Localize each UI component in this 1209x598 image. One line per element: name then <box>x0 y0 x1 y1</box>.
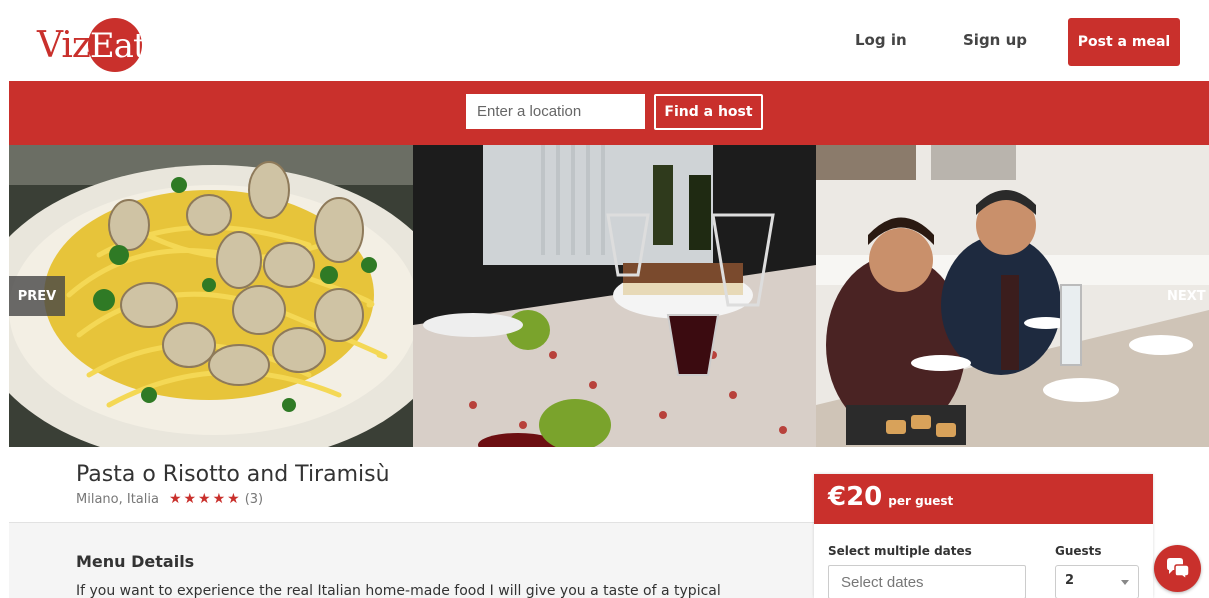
chat-bubbles-icon <box>1166 557 1190 580</box>
gallery-prev-button[interactable]: PREV <box>9 276 65 316</box>
menu-description: If you want to experience the real Itali… <box>76 583 721 598</box>
price-header: €20 per guest <box>814 474 1153 524</box>
review-count[interactable]: (3) <box>245 492 263 507</box>
price-value: €20 <box>828 482 883 512</box>
find-host-button[interactable]: Find a host <box>654 94 763 130</box>
guests-select[interactable]: 2 <box>1055 565 1139 598</box>
logo-text-eat: Eat <box>89 26 147 66</box>
top-header: Viz Eat Log in Sign up Post a meal <box>9 7 1209 81</box>
login-link[interactable]: Log in <box>855 31 907 49</box>
menu-details-heading: Menu Details <box>76 552 195 571</box>
logo-text-viz: Viz <box>37 24 91 66</box>
dates-input[interactable] <box>828 565 1026 598</box>
gallery-next-button[interactable]: NEXT <box>1157 276 1209 316</box>
dates-label: Select multiple dates <box>828 544 972 558</box>
gallery-photo-table <box>413 145 816 447</box>
gallery-photo-guests <box>816 145 1209 447</box>
search-bar: Find a host <box>9 81 1209 145</box>
location-input[interactable] <box>466 94 645 129</box>
rating-stars-icon: ★★★★★ <box>168 491 242 507</box>
meal-location[interactable]: Milano, Italia <box>76 492 159 507</box>
logo-eat-badge: Eat <box>87 18 147 72</box>
meal-subtitle: Milano, Italia ★★★★★ (3) <box>76 491 263 507</box>
meal-title: Pasta o Risotto and Tiramisù <box>76 462 390 487</box>
gallery-photo-pasta <box>9 145 413 447</box>
chat-button[interactable] <box>1154 545 1201 592</box>
guests-label: Guests <box>1055 544 1102 558</box>
post-meal-button[interactable]: Post a meal <box>1068 18 1180 66</box>
photo-gallery: PREV NEXT <box>9 145 1209 447</box>
chevron-down-icon <box>1121 580 1129 585</box>
price-unit: per guest <box>888 494 954 508</box>
guests-value: 2 <box>1065 573 1075 588</box>
booking-panel: €20 per guest Select multiple dates Gues… <box>814 474 1153 598</box>
signup-link[interactable]: Sign up <box>963 31 1027 49</box>
vizeat-logo[interactable]: Viz Eat <box>37 17 147 73</box>
